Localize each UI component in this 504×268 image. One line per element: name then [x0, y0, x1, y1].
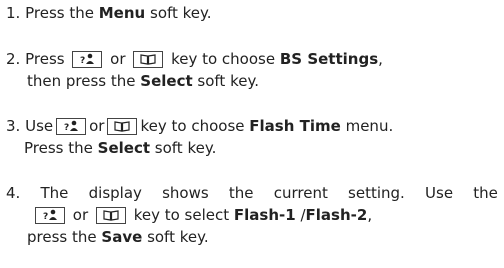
step-2: 2. Press ? or key to choose BS Settings,… [6, 48, 498, 92]
text: the [228, 184, 254, 202]
text: or [72, 206, 89, 224]
save-key-label: Save [101, 228, 143, 246]
text: Use [425, 184, 454, 202]
select-key-label: Select [97, 139, 151, 157]
text: current [273, 184, 328, 202]
svg-text:?: ? [80, 56, 85, 65]
text: Press the [24, 139, 93, 157]
step-2-line-1: 2. Press ? or key to choose BS Settings, [6, 48, 498, 70]
text: Press the [25, 4, 94, 22]
text: setting. [348, 184, 405, 202]
step-number: 3. [6, 117, 21, 135]
text: key to select [133, 206, 230, 224]
person-key-icon: ? [35, 207, 65, 224]
text: Press [25, 50, 65, 68]
text: , [378, 50, 383, 68]
step-number: 2. [6, 50, 21, 68]
step-4-line-1: 4. The display shows the current setting… [6, 182, 498, 204]
step-4-line-2: ? or key to select Flash-1 /Flash-2, [6, 204, 498, 226]
text: key to choose [140, 117, 245, 135]
text: soft key. [197, 72, 259, 90]
text: or [89, 117, 105, 135]
text: the [473, 184, 498, 202]
text: then press the [27, 72, 136, 90]
step-3-line-2: Press the Select soft key. [6, 137, 498, 159]
flash-1-label: Flash-1 [233, 206, 296, 224]
text: or [110, 50, 126, 68]
step-number: 1. [6, 4, 21, 22]
book-key-icon [133, 51, 164, 68]
step-4-line-3: press the Save soft key. [6, 226, 498, 248]
step-3: 3. Use? or key to choose Flash Time menu. … [6, 115, 498, 159]
text: key to choose [171, 50, 276, 68]
text: Use [25, 117, 54, 135]
book-key-icon [107, 118, 138, 135]
step-1: 1. Press the Menu soft key. [6, 2, 498, 24]
menu-key-label: Menu [98, 4, 146, 22]
select-key-label: Select [140, 72, 193, 90]
flash-time-label: Flash Time [249, 117, 341, 135]
step-2-line-2: then press the Select soft key. [6, 70, 498, 92]
text: soft key. [147, 228, 209, 246]
text: shows [162, 184, 209, 202]
flash-2-label: Flash-2 [305, 206, 368, 224]
text: menu. [345, 117, 394, 135]
text: The [40, 184, 69, 202]
person-key-icon: ? [72, 51, 103, 68]
bs-settings-label: BS Settings [279, 50, 379, 68]
text: press the [27, 228, 97, 246]
step-3-line-1: 3. Use? or key to choose Flash Time menu. [6, 115, 498, 137]
book-key-icon [95, 207, 126, 224]
svg-text:?: ? [43, 212, 48, 221]
step-number: 4. [6, 184, 21, 202]
text: soft key. [150, 4, 212, 22]
text: , [367, 206, 373, 224]
step-4: 4. The display shows the current setting… [6, 182, 498, 248]
step-1-line-1: 1. Press the Menu soft key. [6, 2, 498, 24]
text: display [88, 184, 142, 202]
svg-text:?: ? [64, 123, 69, 132]
text: soft key. [154, 139, 217, 157]
person-key-icon: ? [56, 118, 87, 135]
